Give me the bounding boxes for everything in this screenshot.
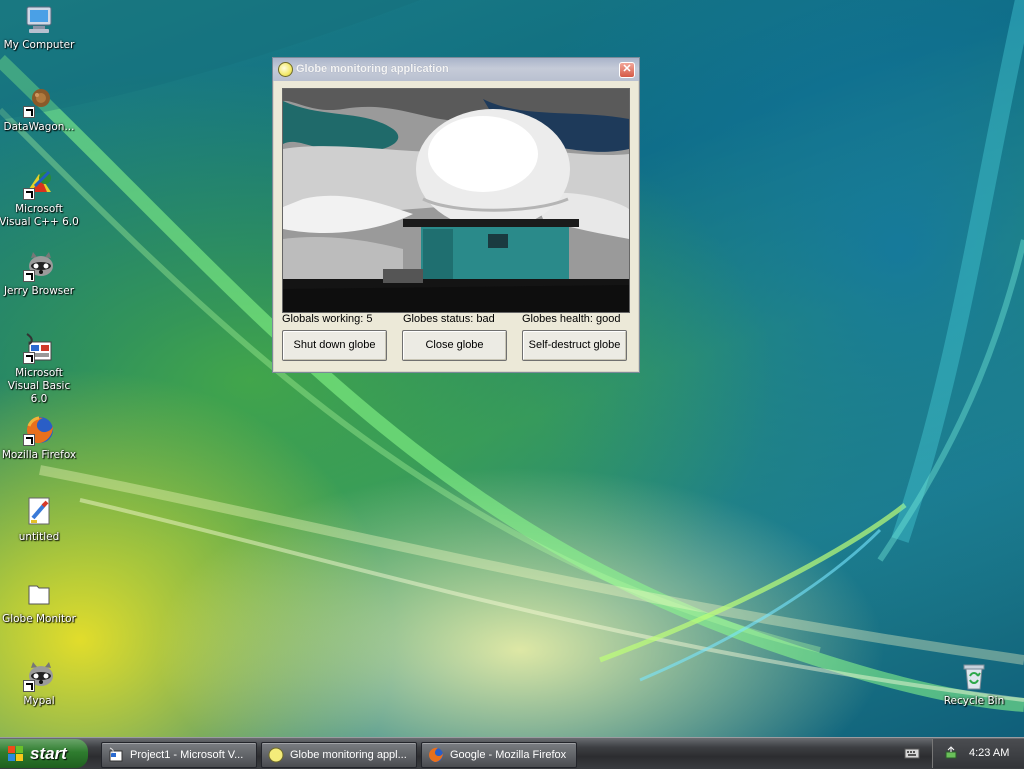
computer-icon xyxy=(23,4,55,36)
globe-app-icon xyxy=(268,747,284,763)
desktop-icon-label: Microsoft Visual C++ 6.0 xyxy=(0,203,79,228)
globe-monitoring-window: Globe monitoring application ✕ Globals w… xyxy=(272,57,640,373)
radar-dome-picture xyxy=(282,88,630,313)
firefox-icon xyxy=(23,414,55,446)
desktop-icon-firefox[interactable]: Mozilla Firefox xyxy=(0,414,79,462)
desktop-icon-recycle-bin[interactable]: Recycle Bin xyxy=(934,660,1014,708)
self-destruct-globe-button[interactable]: Self-destruct globe xyxy=(522,330,627,361)
close-window-button[interactable]: ✕ xyxy=(619,62,635,78)
desktop-icon-my-computer[interactable]: My Computer xyxy=(0,4,79,52)
desktop-icon-untitled[interactable]: untitled xyxy=(0,496,79,544)
folder-icon xyxy=(23,578,55,610)
recycle-bin-icon xyxy=(958,660,990,692)
desktop-icon-label: DataWagon... xyxy=(3,121,75,133)
shortcut-arrow-icon xyxy=(23,188,35,200)
shortcut-arrow-icon xyxy=(23,352,35,364)
globes-working-label: Globals working: 5 xyxy=(282,313,373,325)
desktop-icon-label: Microsoft Visual Basic 6.0 xyxy=(7,367,71,405)
globes-status-label: Globes status: bad xyxy=(403,313,495,325)
clock[interactable]: 4:23 AM xyxy=(969,747,1009,759)
title-bar[interactable]: Globe monitoring application ✕ xyxy=(273,58,639,81)
desktop-icon-label: Mypal xyxy=(23,695,55,707)
desktop-icon-label: Mozilla Firefox xyxy=(1,449,77,461)
datawagon-icon xyxy=(23,86,55,118)
radar-dome-image xyxy=(283,89,629,312)
globe-app-icon xyxy=(278,62,293,77)
taskbar-button-globe-monitoring[interactable]: Globe monitoring appl... xyxy=(261,742,417,768)
shut-down-globe-button[interactable]: Shut down globe xyxy=(282,330,387,361)
raccoon-icon xyxy=(23,660,55,692)
taskbar-button-label: Globe monitoring appl... xyxy=(290,749,407,761)
desktop: My Computer DataWagon... Microsoft Visua… xyxy=(0,0,1024,737)
firefox-icon xyxy=(429,747,443,762)
taskbar-button-label: Google - Mozilla Firefox xyxy=(450,749,567,761)
taskbar-button-project1[interactable]: Project1 - Microsoft V... xyxy=(101,742,257,768)
globes-health-label: Globes health: good xyxy=(522,313,621,325)
visual-basic-icon xyxy=(23,332,55,364)
visual-cpp-icon xyxy=(23,168,55,200)
desktop-icon-label: untitled xyxy=(18,531,60,543)
shortcut-arrow-icon xyxy=(23,434,35,446)
windows-flag-icon xyxy=(8,746,23,761)
keyboard-icon[interactable] xyxy=(904,746,920,760)
window-title: Globe monitoring application xyxy=(296,63,449,75)
shortcut-arrow-icon xyxy=(23,106,35,118)
desktop-icon-label: Recycle Bin xyxy=(943,695,1005,707)
desktop-icon-label: Globe Monitor xyxy=(2,613,76,625)
taskbar-button-label: Project1 - Microsoft V... xyxy=(130,749,244,761)
desktop-icon-jerry-browser[interactable]: Jerry Browser xyxy=(0,250,79,298)
taskbar: start Project1 - Microsoft V... Globe mo… xyxy=(0,737,1024,769)
desktop-icon-globe-monitor[interactable]: Globe Monitor xyxy=(0,578,79,626)
close-globe-button[interactable]: Close globe xyxy=(402,330,507,361)
desktop-icon-visual-basic[interactable]: Microsoft Visual Basic 6.0 xyxy=(0,332,79,406)
shortcut-arrow-icon xyxy=(23,270,35,282)
start-label: start xyxy=(30,744,67,763)
paint-file-icon xyxy=(23,496,55,528)
start-button[interactable]: start xyxy=(0,739,88,768)
raccoon-icon xyxy=(23,250,55,282)
taskbar-button-firefox[interactable]: Google - Mozilla Firefox xyxy=(421,742,577,768)
safely-remove-hardware-icon[interactable] xyxy=(943,746,959,762)
desktop-icon-mypal[interactable]: Mypal xyxy=(0,660,79,708)
desktop-icon-visual-cpp[interactable]: Microsoft Visual C++ 6.0 xyxy=(0,168,79,229)
desktop-icon-datawagon[interactable]: DataWagon... xyxy=(0,86,79,134)
desktop-icon-label: Jerry Browser xyxy=(3,285,75,297)
shortcut-arrow-icon xyxy=(23,680,35,692)
desktop-icon-label: My Computer xyxy=(3,39,75,51)
system-tray: 4:23 AM xyxy=(932,739,1024,768)
vb-project-icon xyxy=(109,747,123,762)
